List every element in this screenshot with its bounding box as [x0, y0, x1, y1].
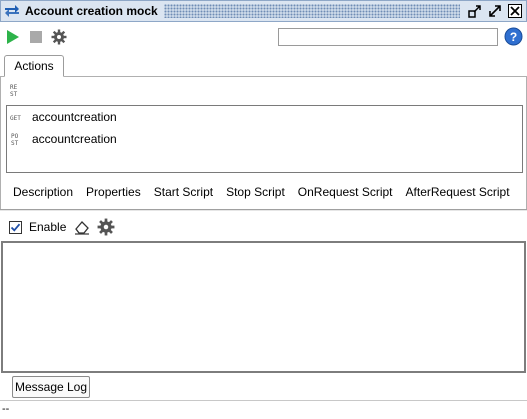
close-icon[interactable]: [506, 2, 524, 20]
window-title-bar: Account creation mock: [0, 0, 527, 22]
action-label: accountcreation: [32, 132, 117, 146]
enable-label: Enable: [29, 220, 67, 234]
message-log-button[interactable]: Message Log: [12, 376, 90, 398]
log-controls: Enable: [0, 216, 115, 238]
toolbar: ?: [0, 24, 527, 50]
rest-service-icon: RE ST: [9, 83, 23, 100]
tab-start-script[interactable]: Start Script: [154, 183, 213, 201]
maximize-icon[interactable]: [486, 2, 504, 20]
message-log-area[interactable]: [1, 241, 526, 373]
splitter[interactable]: [0, 209, 527, 211]
run-icon[interactable]: [3, 27, 23, 47]
enable-checkbox[interactable]: [9, 220, 22, 234]
eraser-icon[interactable]: [73, 219, 91, 235]
tab-actions[interactable]: Actions: [4, 55, 64, 77]
action-label: accountcreation: [32, 110, 117, 124]
actions-list: GET accountcreation PO ST accountcreatio…: [6, 105, 523, 173]
svg-text:?: ?: [510, 30, 517, 44]
post-method-icon: PO ST: [9, 131, 29, 147]
tab-stop-script[interactable]: Stop Script: [226, 183, 285, 201]
svg-text:GET: GET: [10, 115, 21, 122]
actions-panel: RE ST GET accountcreation PO ST accountc…: [0, 77, 527, 209]
list-item[interactable]: GET accountcreation: [7, 106, 522, 128]
tab-properties[interactable]: Properties: [86, 183, 141, 201]
gear-icon[interactable]: [97, 218, 115, 236]
swap-arrows-icon: [1, 1, 23, 21]
stop-icon[interactable]: [26, 27, 46, 47]
search-input[interactable]: [278, 28, 498, 46]
status-bar: --: [0, 400, 527, 419]
tab-description[interactable]: Description: [13, 183, 73, 201]
svg-text:RE: RE: [10, 84, 18, 91]
svg-text:PO: PO: [11, 133, 19, 140]
gear-icon[interactable]: [49, 27, 69, 47]
svg-text:ST: ST: [11, 140, 19, 147]
bottom-tabs: Description Properties Start Script Stop…: [13, 183, 523, 201]
title-bar-grip[interactable]: [163, 4, 460, 18]
tab-onrequest-script[interactable]: OnRequest Script: [298, 183, 393, 201]
tab-afterrequest-script[interactable]: AfterRequest Script: [406, 183, 510, 201]
svg-text:ST: ST: [10, 91, 18, 97]
help-icon[interactable]: ?: [504, 27, 523, 46]
tab-strip: Actions: [0, 53, 527, 77]
list-item[interactable]: PO ST accountcreation: [7, 128, 522, 150]
undock-icon[interactable]: [466, 2, 484, 20]
get-method-icon: GET: [9, 109, 29, 125]
window-title: Account creation mock: [25, 4, 158, 18]
